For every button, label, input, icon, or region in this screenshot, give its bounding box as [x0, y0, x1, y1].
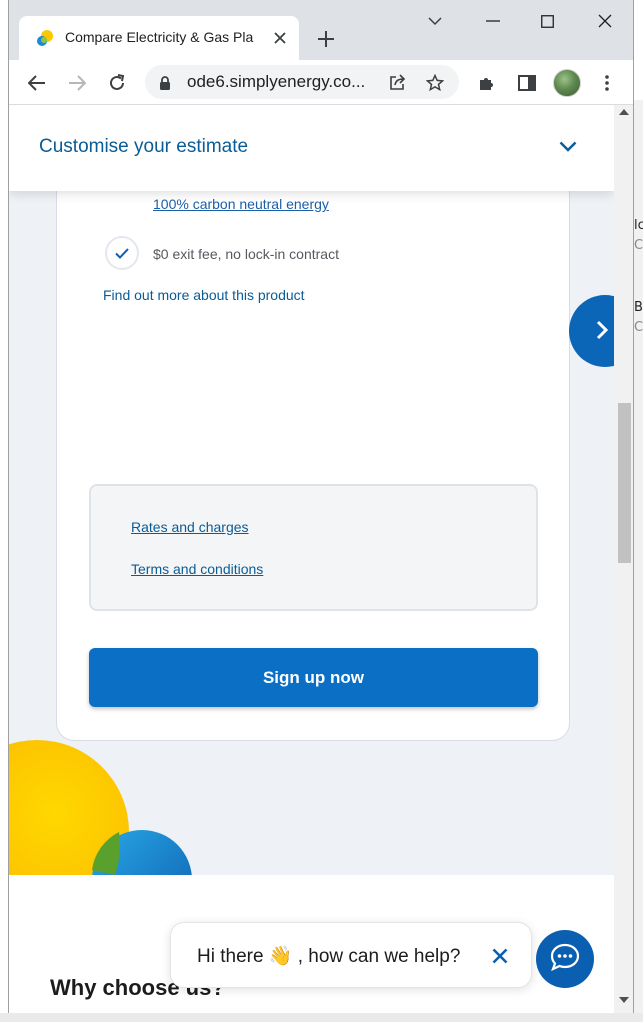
- desktop-text-fragment: B:: [634, 300, 643, 315]
- terms-and-conditions-link[interactable]: Terms and conditions: [131, 561, 263, 577]
- share-icon[interactable]: [385, 71, 409, 95]
- feature-exit-fee: $0 exit fee, no lock-in contract: [153, 246, 339, 262]
- carousel-next-button[interactable]: [569, 295, 614, 367]
- profile-avatar[interactable]: [553, 69, 581, 97]
- minimize-icon[interactable]: [469, 6, 517, 36]
- scroll-up-arrow-icon[interactable]: [619, 109, 629, 115]
- desktop-text-fragment: C: [634, 238, 643, 253]
- scrollbar-thumb[interactable]: [618, 403, 631, 563]
- check-icon: [105, 236, 139, 270]
- url-text[interactable]: ode6.simplyenergy.co...: [187, 72, 383, 92]
- browser-toolbar: ode6.simplyenergy.co...: [9, 60, 633, 105]
- documents-box: Rates and charges Terms and conditions: [89, 484, 538, 611]
- favicon-icon: [35, 28, 55, 48]
- sign-up-button[interactable]: Sign up now: [89, 648, 538, 707]
- desktop-text-fragment: lc: [634, 218, 643, 233]
- forward-arrow-icon[interactable]: [61, 67, 93, 99]
- new-tab-icon[interactable]: [313, 26, 339, 52]
- chevron-right-icon: [595, 319, 609, 345]
- kebab-menu-icon[interactable]: [593, 69, 621, 97]
- page-viewport: 100% carbon neutral energy $0 exit fee, …: [9, 105, 614, 1013]
- maximize-icon[interactable]: [523, 6, 571, 36]
- lock-icon[interactable]: [159, 75, 171, 94]
- decorative-circles: [9, 735, 209, 875]
- vertical-scrollbar[interactable]: [614, 105, 633, 1013]
- back-arrow-icon[interactable]: [21, 67, 53, 99]
- address-bar[interactable]: ode6.simplyenergy.co...: [145, 65, 459, 99]
- browser-tab[interactable]: Compare Electricity & Gas Pla: [19, 16, 299, 60]
- feature-carbon-neutral-link[interactable]: 100% carbon neutral energy: [153, 196, 329, 212]
- product-card: 100% carbon neutral energy $0 exit fee, …: [56, 145, 570, 741]
- chat-icon: [550, 943, 580, 975]
- rates-and-charges-link[interactable]: Rates and charges: [131, 519, 249, 535]
- extensions-puzzle-icon[interactable]: [473, 69, 501, 97]
- find-out-more-link[interactable]: Find out more about this product: [103, 287, 305, 303]
- chat-launcher-button[interactable]: [536, 930, 594, 988]
- browser-window: Compare Electricity & Gas Pla ode6.simpl…: [8, 0, 634, 1013]
- bookmark-star-icon[interactable]: [423, 71, 447, 95]
- customise-estimate-title: Customise your estimate: [39, 136, 249, 157]
- tab-close-icon[interactable]: [269, 27, 291, 49]
- title-bar: Compare Electricity & Gas Pla: [9, 0, 633, 60]
- tab-title: Compare Electricity & Gas Pla: [65, 29, 254, 45]
- scroll-down-arrow-icon[interactable]: [619, 997, 629, 1003]
- desktop-text-fragment: C: [634, 320, 643, 335]
- customise-estimate-header[interactable]: Customise your estimate: [9, 105, 614, 191]
- desktop-background-bottom: [0, 1013, 643, 1022]
- tab-search-chevron-icon[interactable]: [411, 6, 459, 36]
- window-close-icon[interactable]: [581, 6, 629, 36]
- reload-icon[interactable]: [101, 67, 133, 99]
- side-panel-icon[interactable]: [513, 69, 541, 97]
- chat-greeting-text: Hi there 👋 , how can we help?: [197, 946, 461, 967]
- chat-greeting-bubble[interactable]: Hi there 👋 , how can we help?: [170, 922, 532, 988]
- chat-close-icon[interactable]: [489, 945, 511, 967]
- chevron-down-icon[interactable]: [559, 137, 577, 156]
